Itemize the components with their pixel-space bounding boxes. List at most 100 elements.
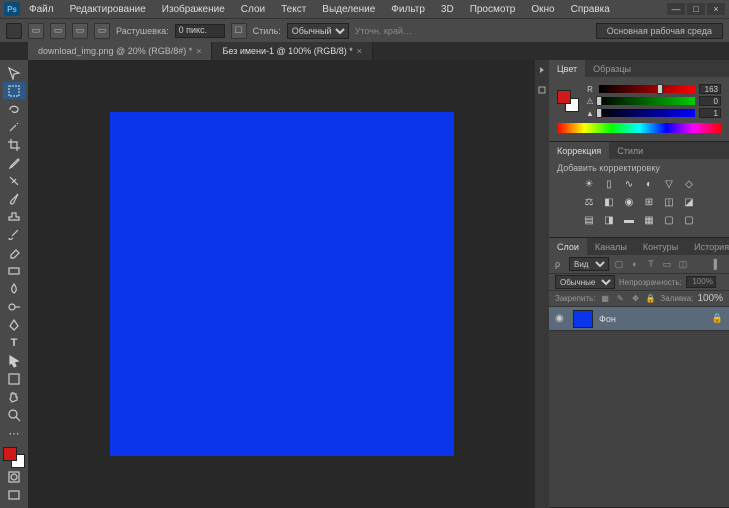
layer-name[interactable]: Фон — [599, 314, 706, 324]
filter-adjust-icon[interactable]: ◐ — [629, 258, 641, 270]
visibility-eye-icon[interactable]: ◉ — [555, 313, 567, 324]
lock-all-icon[interactable]: 🔒 — [645, 294, 656, 303]
maximize-button[interactable]: □ — [687, 3, 705, 15]
layer-row[interactable]: ◉ Фон 🔒 — [549, 307, 729, 331]
gradient-tool[interactable] — [3, 263, 25, 280]
filter-kind-select[interactable]: Вид — [569, 257, 609, 271]
eyedropper-tool[interactable] — [3, 154, 25, 171]
antialias-checkbox[interactable]: ☐ — [231, 23, 247, 39]
canvas-viewport[interactable] — [28, 60, 535, 508]
type-tool[interactable]: T — [3, 335, 25, 352]
close-button[interactable]: × — [707, 3, 725, 15]
menu-file[interactable]: Файл — [22, 2, 61, 17]
selection-intersect-icon[interactable]: ▭ — [94, 23, 110, 39]
hand-tool[interactable] — [3, 389, 25, 406]
menu-window[interactable]: Окно — [524, 2, 561, 17]
screenmode-toggle[interactable] — [3, 487, 25, 504]
tab-close-icon[interactable]: × — [196, 46, 201, 56]
dodge-tool[interactable] — [3, 299, 25, 316]
selection-add-icon[interactable]: ▭ — [50, 23, 66, 39]
b-slider[interactable] — [599, 109, 695, 117]
color-lookup-icon[interactable]: ◫ — [662, 195, 676, 209]
pen-tool[interactable] — [3, 317, 25, 334]
vibrance-icon[interactable]: ▽ — [662, 177, 676, 191]
huesat-icon[interactable]: ◇ — [682, 177, 696, 191]
healing-tool[interactable] — [3, 172, 25, 189]
menu-image[interactable]: Изображение — [155, 2, 232, 17]
color-swatches[interactable] — [3, 447, 25, 468]
levels-icon[interactable]: ▯ — [602, 177, 616, 191]
filter-toggle[interactable]: ▌ — [711, 258, 723, 270]
filter-type-icon[interactable]: T — [645, 258, 657, 270]
eraser-tool[interactable] — [3, 244, 25, 261]
lock-pixels-icon[interactable]: ✎ — [615, 294, 626, 303]
blur-tool[interactable] — [3, 281, 25, 298]
photo-filter-icon[interactable]: ◉ — [622, 195, 636, 209]
expand-dock-icon[interactable] — [535, 60, 549, 80]
adj-icon[interactable]: ▢ — [682, 213, 696, 227]
g-slider[interactable] — [599, 97, 695, 105]
r-slider[interactable] — [599, 85, 695, 93]
curves-icon[interactable]: ∿ — [622, 177, 636, 191]
document-canvas[interactable] — [110, 112, 454, 456]
style-select[interactable]: Обычный — [287, 23, 349, 39]
foreground-swatch[interactable] — [3, 447, 17, 461]
colorbal-icon[interactable]: ⚖ — [582, 195, 596, 209]
paths-tab[interactable]: Контуры — [635, 238, 686, 255]
menu-text[interactable]: Текст — [274, 2, 313, 17]
selection-subtract-icon[interactable]: ▭ — [72, 23, 88, 39]
fill-value[interactable]: 100% — [697, 293, 723, 304]
swatches-tab[interactable]: Образцы — [585, 60, 639, 77]
adj-icon[interactable]: ▢ — [662, 213, 676, 227]
document-tab[interactable]: download_img.png @ 20% (RGB/8#) * × — [28, 42, 212, 60]
marquee-tool[interactable] — [3, 82, 25, 99]
brightness-icon[interactable]: ☀ — [582, 177, 596, 191]
crop-tool[interactable] — [3, 136, 25, 153]
zoom-tool[interactable] — [3, 407, 25, 424]
lock-transparent-icon[interactable]: ▦ — [600, 294, 611, 303]
panel-color-swatches[interactable] — [557, 90, 579, 112]
tab-close-icon[interactable]: × — [357, 46, 362, 56]
refine-edge-button[interactable]: Уточн. край… — [355, 26, 412, 36]
selection-new-icon[interactable]: ▭ — [28, 23, 44, 39]
r-value[interactable]: 163 — [699, 84, 721, 94]
filter-smart-icon[interactable]: ◫ — [677, 258, 689, 270]
stamp-tool[interactable] — [3, 208, 25, 225]
gradient-map-icon[interactable]: ▬ — [622, 213, 636, 227]
shape-tool[interactable] — [3, 371, 25, 388]
workspace-switcher[interactable]: Основная рабочая среда — [596, 23, 723, 39]
menu-filter[interactable]: Фильтр — [384, 2, 432, 17]
adjustments-tab[interactable]: Коррекция — [549, 142, 609, 159]
history-brush-tool[interactable] — [3, 226, 25, 243]
panel-fg-swatch[interactable] — [557, 90, 571, 104]
feather-input[interactable]: 0 пикс. — [175, 24, 225, 38]
menu-select[interactable]: Выделение — [315, 2, 382, 17]
layers-tab[interactable]: Слои — [549, 238, 587, 255]
lock-position-icon[interactable]: ✥ — [630, 294, 641, 303]
menu-help[interactable]: Справка — [564, 2, 617, 17]
minimize-button[interactable]: — — [667, 3, 685, 15]
menu-3d[interactable]: 3D — [434, 2, 461, 17]
filter-shape-icon[interactable]: ▭ — [661, 258, 673, 270]
path-select-tool[interactable] — [3, 353, 25, 370]
tool-preset-picker[interactable] — [6, 23, 22, 39]
g-value[interactable]: 0 — [699, 96, 721, 106]
menu-edit[interactable]: Редактирование — [63, 2, 153, 17]
selective-color-icon[interactable]: ▦ — [642, 213, 656, 227]
menu-layers[interactable]: Слои — [234, 2, 272, 17]
menu-view[interactable]: Просмотр — [463, 2, 523, 17]
posterize-icon[interactable]: ▤ — [582, 213, 596, 227]
threshold-icon[interactable]: ◨ — [602, 213, 616, 227]
edit-toolbar-icon[interactable]: ⋯ — [3, 425, 25, 442]
color-tab[interactable]: Цвет — [549, 60, 585, 77]
opacity-value[interactable]: 100% — [686, 276, 716, 288]
bw-icon[interactable]: ◧ — [602, 195, 616, 209]
wand-tool[interactable] — [3, 118, 25, 135]
b-value[interactable]: 1 — [699, 108, 721, 118]
filter-pixel-icon[interactable]: ▢ — [613, 258, 625, 270]
history-tab[interactable]: История — [686, 238, 729, 255]
dock-panel-icon[interactable] — [535, 80, 549, 100]
spectrum-strip[interactable] — [557, 123, 721, 133]
styles-tab[interactable]: Стили — [609, 142, 651, 159]
invert-icon[interactable]: ◪ — [682, 195, 696, 209]
